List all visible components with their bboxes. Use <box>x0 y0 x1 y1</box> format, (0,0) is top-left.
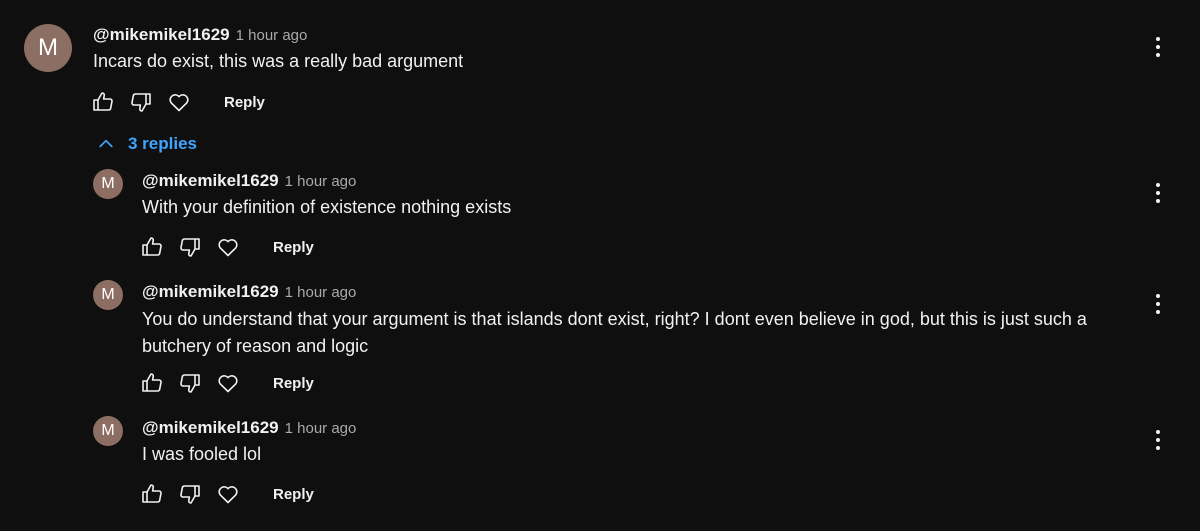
comment-actions: Reply <box>90 87 265 117</box>
replies-toggle-button[interactable]: 3 replies <box>96 134 197 154</box>
comment-author[interactable]: @mikemikel1629 <box>142 282 279 302</box>
avatar-letter: M <box>101 422 115 439</box>
replies-count-label: 3 replies <box>128 134 197 153</box>
reply-button[interactable]: Reply <box>224 94 265 111</box>
comment-text: Incars do exist, this was a really bad a… <box>93 51 464 71</box>
thumbs-up-icon <box>142 484 162 503</box>
like-button[interactable] <box>139 481 165 507</box>
chevron-up-icon <box>99 139 113 148</box>
heart-icon <box>218 239 238 257</box>
more-options-button[interactable] <box>1146 179 1170 207</box>
comment-header: @mikemikel1629 1 hour ago <box>142 418 356 438</box>
comment-text: You do understand that your argument is … <box>142 309 1087 356</box>
heart-icon <box>218 486 238 504</box>
thumbs-up-icon <box>142 237 162 256</box>
more-options-button[interactable] <box>1146 290 1170 318</box>
reply-button[interactable]: Reply <box>273 239 314 256</box>
heart-button[interactable] <box>215 481 241 507</box>
thumbs-down-icon <box>131 93 151 112</box>
like-button[interactable] <box>139 370 165 396</box>
heart-icon <box>169 94 189 112</box>
comment-text: With your definition of existence nothin… <box>142 197 512 217</box>
more-options-icon <box>1156 37 1160 41</box>
comment-header: @mikemikel1629 1 hour ago <box>142 171 356 191</box>
dislike-button[interactable] <box>177 481 203 507</box>
comment-actions: Reply <box>139 368 314 398</box>
avatar[interactable]: M <box>93 169 123 199</box>
comment-author[interactable]: @mikemikel1629 <box>142 418 279 438</box>
avatar-letter: M <box>101 175 115 192</box>
more-options-button[interactable] <box>1146 426 1170 454</box>
dislike-button[interactable] <box>177 370 203 396</box>
more-options-button[interactable] <box>1146 33 1170 61</box>
reply-button[interactable]: Reply <box>273 375 314 392</box>
comment-header: @mikemikel1629 1 hour ago <box>142 282 356 302</box>
comment-time[interactable]: 1 hour ago <box>236 27 308 44</box>
thumbs-down-icon <box>180 485 200 504</box>
like-button[interactable] <box>90 89 116 115</box>
dislike-button[interactable] <box>177 234 203 260</box>
heart-button[interactable] <box>215 370 241 396</box>
comment-actions: Reply <box>139 479 314 509</box>
avatar[interactable]: M <box>24 24 72 72</box>
comment-actions: Reply <box>139 232 314 262</box>
comment-text: I was fooled lol <box>142 444 262 464</box>
comment-time[interactable]: 1 hour ago <box>285 420 357 437</box>
avatar[interactable]: M <box>93 416 123 446</box>
reply-button[interactable]: Reply <box>273 486 314 503</box>
comment-author[interactable]: @mikemikel1629 <box>142 171 279 191</box>
more-options-icon <box>1156 430 1160 434</box>
thumbs-up-icon <box>142 373 162 392</box>
comment-header: @mikemikel1629 1 hour ago <box>93 25 307 45</box>
heart-button[interactable] <box>166 89 192 115</box>
comment-time[interactable]: 1 hour ago <box>285 173 357 190</box>
thumbs-down-icon <box>180 374 200 393</box>
more-options-icon <box>1156 183 1160 187</box>
heart-button[interactable] <box>215 234 241 260</box>
like-button[interactable] <box>139 234 165 260</box>
avatar[interactable]: M <box>93 280 123 310</box>
thumbs-up-icon <box>93 92 113 111</box>
dislike-button[interactable] <box>128 89 154 115</box>
more-options-icon <box>1156 294 1160 298</box>
heart-icon <box>218 375 238 393</box>
comment-time[interactable]: 1 hour ago <box>285 284 357 301</box>
avatar-letter: M <box>101 286 115 303</box>
thumbs-down-icon <box>180 238 200 257</box>
comment-author[interactable]: @mikemikel1629 <box>93 25 230 45</box>
avatar-letter: M <box>38 34 58 61</box>
